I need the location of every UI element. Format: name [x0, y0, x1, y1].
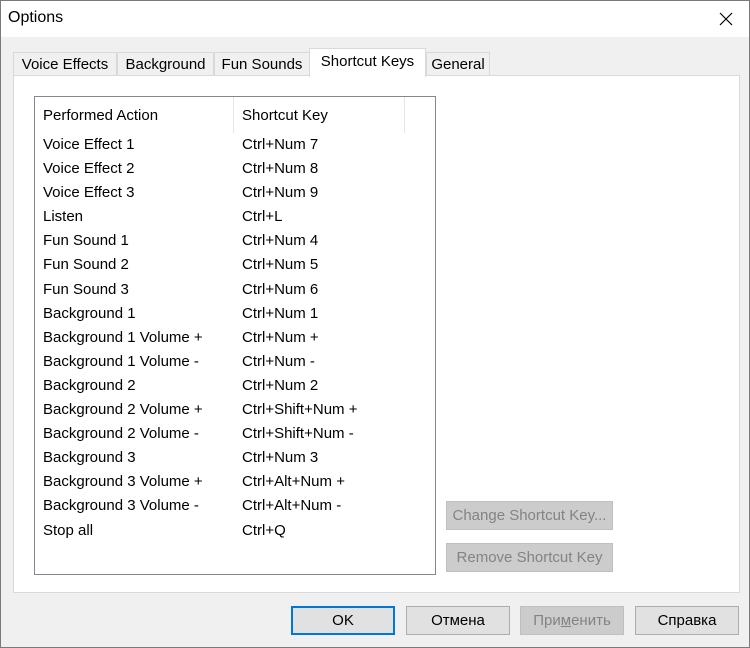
tab-background[interactable]: Background	[117, 52, 214, 76]
shortcut-cell: Ctrl+Num 8	[242, 160, 319, 178]
action-cell: Listen	[43, 208, 84, 226]
remove-shortcut-key-button[interactable]: Remove Shortcut Key	[446, 543, 613, 572]
close-icon	[719, 12, 733, 26]
action-cell: Background 2 Volume -	[43, 425, 199, 443]
table-row[interactable]: Background 3 Volume - Ctrl+Alt+Num -	[35, 495, 435, 519]
table-row[interactable]: Background 1 Ctrl+Num 1	[35, 303, 435, 327]
tab-general[interactable]: General	[426, 52, 490, 76]
action-cell: Background 2 Volume +	[43, 401, 203, 419]
tab-fun-sounds[interactable]: Fun Sounds	[214, 52, 310, 76]
table-row[interactable]: Fun Sound 3 Ctrl+Num 6	[35, 279, 435, 303]
ok-button[interactable]: OK	[291, 606, 395, 635]
table-row[interactable]: Voice Effect 1 Ctrl+Num 7	[35, 134, 435, 158]
table-row[interactable]: Fun Sound 1 Ctrl+Num 4	[35, 230, 435, 254]
apply-button[interactable]: Применить	[520, 606, 624, 635]
shortcut-cell: Ctrl+Shift+Num +	[242, 401, 358, 419]
close-button[interactable]	[703, 1, 749, 37]
table-row[interactable]: Background 1 Volume + Ctrl+Num +	[35, 327, 435, 351]
action-cell: Background 1 Volume -	[43, 352, 199, 370]
shortcut-cell: Ctrl+Num 2	[242, 376, 319, 394]
table-row[interactable]: Voice Effect 2 Ctrl+Num 8	[35, 158, 435, 182]
shortcut-keys-panel: Performed Action Shortcut Key Voice Effe…	[13, 75, 740, 593]
action-cell: Background 1 Volume +	[43, 328, 203, 346]
table-row[interactable]: Background 2 Volume - Ctrl+Shift+Num -	[35, 423, 435, 447]
cancel-button[interactable]: Отмена	[406, 606, 510, 635]
options-dialog: Options Voice Effects Background Fun Sou…	[0, 0, 750, 648]
apply-label-suffix: енить	[571, 612, 611, 629]
action-cell: Fun Sound 1	[43, 232, 129, 250]
action-cell: Background 3 Volume +	[43, 473, 203, 491]
table-row[interactable]: Stop all Ctrl+Q	[35, 520, 435, 544]
action-cell: Fun Sound 3	[43, 280, 129, 298]
shortcut-cell: Ctrl+Alt+Num -	[242, 497, 342, 515]
action-cell: Stop all	[43, 521, 94, 539]
list-body: Voice Effect 1 Ctrl+Num 7 Voice Effect 2 Ct…	[35, 134, 435, 544]
window-title: Options	[8, 9, 64, 26]
action-cell: Background 2	[43, 376, 136, 394]
table-row[interactable]: Listen Ctrl+L	[35, 206, 435, 230]
column-header-shortcut[interactable]: Shortcut Key	[234, 97, 405, 133]
help-button[interactable]: Справка	[635, 606, 739, 635]
change-shortcut-key-button[interactable]: Change Shortcut Key...	[446, 501, 613, 530]
apply-label-prefix: При	[533, 612, 561, 629]
shortcut-cell: Ctrl+Num 5	[242, 256, 319, 274]
title-bar: Options	[1, 1, 749, 37]
table-row[interactable]: Fun Sound 2 Ctrl+Num 5	[35, 254, 435, 278]
table-row[interactable]: Voice Effect 3 Ctrl+Num 9	[35, 182, 435, 206]
action-cell: Fun Sound 2	[43, 256, 129, 274]
shortcut-cell: Ctrl+Alt+Num +	[242, 473, 345, 491]
table-row[interactable]: Background 1 Volume - Ctrl+Num -	[35, 351, 435, 375]
action-cell: Background 3	[43, 449, 136, 467]
action-cell: Voice Effect 2	[43, 160, 135, 178]
column-header-action[interactable]: Performed Action	[35, 97, 234, 133]
action-cell: Voice Effect 1	[43, 136, 135, 153]
action-cell: Voice Effect 3	[43, 184, 135, 202]
action-cell: Background 1	[43, 304, 136, 322]
table-row[interactable]: Background 3 Volume + Ctrl+Alt+Num +	[35, 471, 435, 495]
tab-shortcut-keys[interactable]: Shortcut Keys	[309, 48, 426, 77]
shortcut-cell: Ctrl+Num -	[242, 352, 315, 370]
shortcut-cell: Ctrl+L	[242, 208, 283, 226]
shortcut-cell: Ctrl+Num +	[242, 328, 319, 346]
table-row[interactable]: Background 2 Volume + Ctrl+Shift+Num +	[35, 399, 435, 423]
shortcut-list[interactable]: Performed Action Shortcut Key Voice Effe…	[34, 96, 436, 575]
action-cell: Background 3 Volume -	[43, 497, 199, 515]
shortcut-cell: Ctrl+Num 3	[242, 449, 319, 467]
shortcut-cell: Ctrl+Num 6	[242, 280, 319, 298]
table-row[interactable]: Background 2 Ctrl+Num 2	[35, 375, 435, 399]
shortcut-cell: Ctrl+Num 1	[242, 304, 319, 322]
tab-voice-effects[interactable]: Voice Effects	[13, 52, 117, 76]
shortcut-cell: Ctrl+Shift+Num -	[242, 425, 354, 443]
shortcut-cell: Ctrl+Num 9	[242, 184, 319, 202]
apply-label-mnemonic: м	[560, 612, 572, 629]
shortcut-cell: Ctrl+Num 4	[242, 232, 319, 250]
table-row[interactable]: Background 3 Ctrl+Num 3	[35, 447, 435, 471]
shortcut-cell: Ctrl+Q	[242, 521, 286, 539]
shortcut-cell: Ctrl+Num 7	[242, 136, 319, 153]
list-header: Performed Action Shortcut Key	[35, 97, 435, 133]
